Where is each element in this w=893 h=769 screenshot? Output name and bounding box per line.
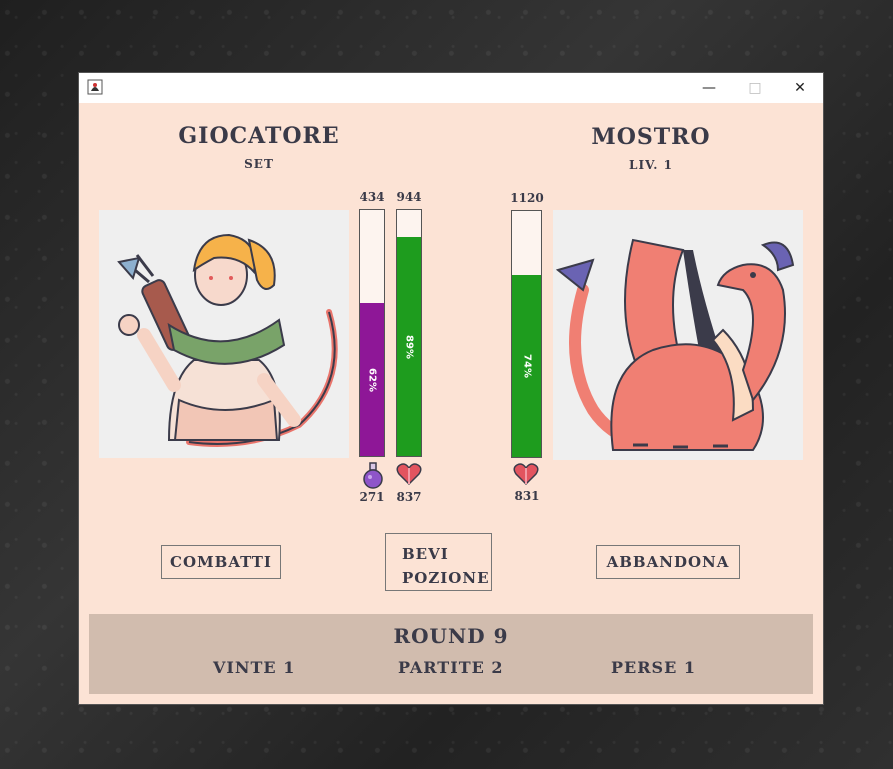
drink-potion-label-line2: POZIONE [402, 569, 490, 587]
drink-potion-button[interactable]: BEVI POZIONE [385, 533, 492, 591]
archer-portrait [99, 210, 349, 458]
title-bar: — □ ✕ [79, 73, 823, 103]
player-name: SET [244, 157, 274, 171]
maximize-button[interactable]: □ [732, 73, 778, 103]
monster-health-fill: 74% [512, 274, 541, 457]
losses-label: PERSE 1 [611, 658, 696, 677]
mana-max: 434 [359, 190, 385, 204]
monster-health-bar: 74% [511, 210, 542, 458]
monster-heading: MOSTRO [591, 124, 711, 150]
dragon-portrait [553, 210, 803, 460]
monster-health-percent: 74% [521, 354, 532, 378]
mana-bar: 62% [359, 209, 385, 457]
mana-current: 271 [359, 490, 385, 504]
close-button[interactable]: ✕ [777, 73, 823, 103]
player-health-max: 944 [396, 190, 422, 204]
heart-icon [396, 463, 422, 486]
monster-level: LIV. 1 [629, 158, 673, 172]
java-app-icon [87, 79, 103, 95]
mana-bar-fill: 62% [360, 303, 384, 456]
stats-panel: ROUND 9 VINTE 1 PARTITE 2 PERSE 1 [89, 614, 813, 694]
dragon-image [555, 238, 795, 451]
wins-label: VINTE 1 [213, 658, 296, 677]
player-heading: GIOCATORE [178, 123, 340, 149]
round-label: ROUND 9 [393, 624, 509, 648]
archer-image [117, 233, 338, 447]
abandon-button[interactable]: ABBANDONA [596, 545, 740, 579]
minimize-button[interactable]: — [686, 73, 732, 103]
player-health-bar: 89% [396, 209, 422, 457]
drink-potion-label-line1: BEVI [402, 545, 449, 563]
monster-health-max: 1120 [510, 191, 544, 205]
player-health-current: 837 [396, 490, 422, 504]
mana-percent: 62% [366, 367, 378, 392]
fight-button[interactable]: COMBATTI [161, 545, 281, 579]
player-health-fill: 89% [397, 237, 421, 456]
matches-label: PARTITE 2 [398, 658, 504, 677]
fight-button-label: COMBATTI [170, 553, 272, 571]
player-health-percent: 89% [403, 334, 415, 359]
heart-icon [513, 463, 539, 486]
game-window: — □ ✕ GIOCATORE SET MOSTRO LIV. 1 434 62… [79, 73, 823, 704]
monster-health-current: 831 [514, 489, 540, 503]
potion-icon [363, 462, 383, 489]
abandon-button-label: ABBANDONA [606, 553, 730, 571]
